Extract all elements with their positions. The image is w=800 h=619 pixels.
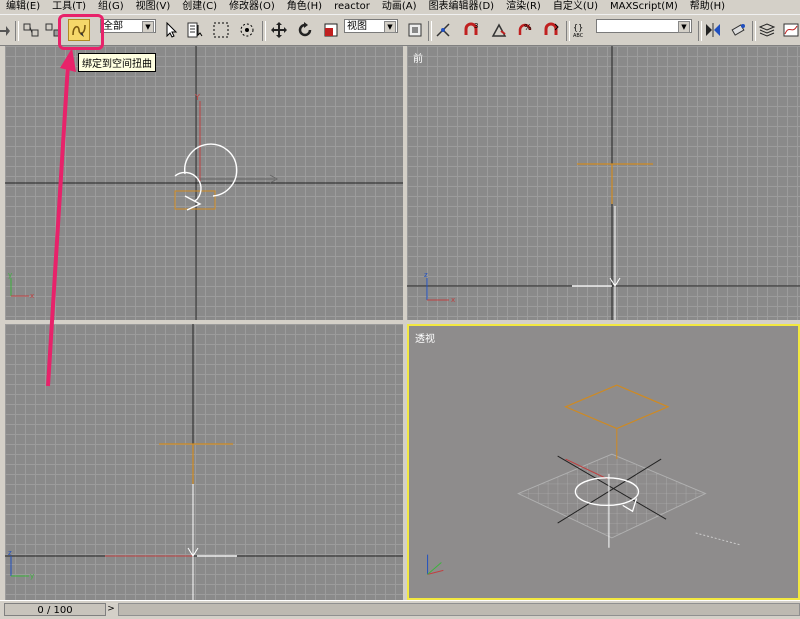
select-by-name-icon[interactable] [184,19,206,41]
perspective-viewport-scene [427,384,741,575]
select-and-link-icon[interactable] [20,19,42,41]
tool-highlight-frame [58,14,104,50]
time-slider-label: 0 / 100 [37,605,73,616]
undo-icon[interactable] [0,19,14,41]
reference-coordinate-value: 视图 [347,21,367,32]
annotation-arrow [46,48,76,387]
svg-text:Y: Y [194,93,200,102]
track-bar[interactable] [118,603,800,616]
select-object-icon[interactable] [160,19,182,41]
menu-views[interactable]: 视图(V) [130,0,177,14]
menu-reactor[interactable]: reactor [328,0,376,14]
next-frame-icon[interactable]: > [104,603,118,616]
time-slider[interactable]: 0 / 100 [4,603,106,616]
percent-snap-toggle-icon[interactable]: % [514,19,536,41]
menu-maxscript[interactable]: MAXScript(M) [604,0,684,14]
svg-text:%: % [524,23,532,32]
menu-group[interactable]: 组(G) [92,0,130,14]
svg-text:z: z [8,549,12,557]
menu-customize[interactable]: 自定义(U) [547,0,604,14]
menu-rendering[interactable]: 渲染(R) [500,0,547,14]
angle-snap-toggle-icon[interactable] [488,19,510,41]
reference-coordinate-dropdown[interactable]: 视图 ▼ [344,19,398,33]
align-icon[interactable] [728,19,750,41]
front-viewport[interactable]: 前 z x [407,46,800,320]
main-toolbar: 全部 ▼ 视图 ▼ 3 % {} ABC ▼ [0,14,800,46]
svg-text:y: y [8,271,12,279]
pivot-center-icon[interactable] [404,19,426,41]
svg-text:y: y [30,572,34,580]
chevron-down-icon: ▼ [678,21,690,33]
edit-named-selection-icon[interactable]: {} ABC [570,19,592,41]
bind-tooltip: 绑定到空间扭曲 [78,53,156,72]
status-bar: 0 / 100 > [0,600,800,619]
named-selection-dropdown[interactable]: ▼ [596,19,692,33]
curve-editor-icon[interactable] [780,19,800,41]
menu-edit[interactable]: 编辑(E) [0,0,46,14]
selection-filter-value: 全部 [103,21,123,32]
svg-text:x: x [451,296,455,304]
perspective-viewport[interactable]: 透视 [407,324,800,600]
menu-tools[interactable]: 工具(T) [46,0,92,14]
layer-manager-icon[interactable] [756,19,778,41]
menu-bar: 编辑(E) 工具(T) 组(G) 视图(V) 创建(C) 修改器(O) 角色(H… [0,0,800,14]
spinner-snap-toggle-icon[interactable] [540,19,562,41]
select-and-scale-icon[interactable] [320,19,342,41]
selection-filter-dropdown[interactable]: 全部 ▼ [100,19,156,33]
toolbar-separator [15,21,19,41]
select-and-rotate-icon[interactable] [294,19,316,41]
window-crossing-icon[interactable] [236,19,258,41]
rectangular-selection-icon[interactable] [210,19,232,41]
viewport-area: Y y x 前 z x z y 透视 [0,46,800,600]
svg-text:3: 3 [474,22,478,30]
menu-help[interactable]: 帮助(H) [684,0,731,14]
menu-animation[interactable]: 动画(A) [376,0,423,14]
svg-text:ABC: ABC [573,33,584,39]
menu-character[interactable]: 角色(H) [281,0,328,14]
menu-modifiers[interactable]: 修改器(O) [223,0,281,14]
select-and-move-icon[interactable] [268,19,290,41]
front-viewport-scene: z x [407,46,800,320]
svg-text:z: z [424,271,428,279]
menu-create[interactable]: 创建(C) [176,0,223,14]
mirror-icon[interactable] [702,19,724,41]
chevron-down-icon: ▼ [384,21,396,33]
toolbar-separator [262,21,266,41]
chevron-down-icon: ▼ [142,21,154,33]
snaps-toggle-icon[interactable]: 3 [460,19,482,41]
svg-text:{}: {} [573,23,583,32]
select-and-manipulate-icon[interactable] [432,19,454,41]
menu-graph-editors[interactable]: 图表编辑器(D) [423,0,501,14]
svg-text:x: x [30,292,34,300]
